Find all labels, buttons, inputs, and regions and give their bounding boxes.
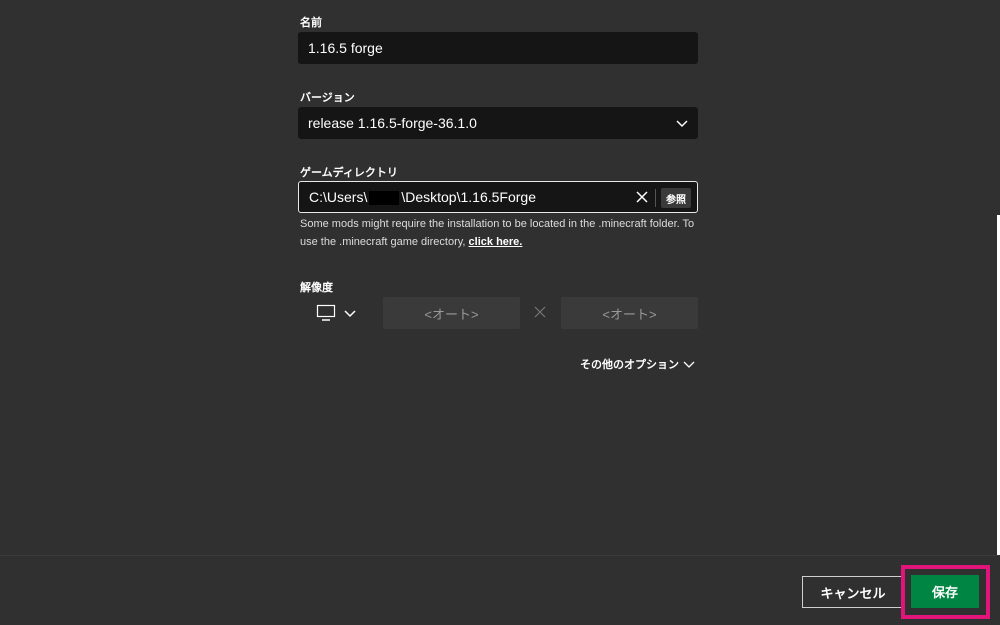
resolution-height-input[interactable]: <オート> [561,297,698,329]
times-icon [534,306,546,318]
save-button[interactable]: 保存 [911,575,979,608]
redacted-username [369,191,400,206]
version-label: バージョン [300,91,355,104]
click-here-link[interactable]: click here. [469,236,523,248]
divider [655,189,656,207]
game-directory-value: C:\Users\ \Desktop\1.16.5Forge [309,188,536,206]
close-icon[interactable] [635,190,649,204]
monitor-icon [316,304,336,321]
chevron-down-icon [683,361,695,368]
game-directory-help: Some mods might require the installation… [300,215,700,251]
name-label: 名前 [300,16,322,29]
chevron-down-icon [344,310,356,318]
version-select[interactable]: release 1.16.5-forge-36.1.0 [298,107,698,139]
chevron-down-icon [676,120,688,128]
browse-button[interactable]: 参照 [661,188,691,208]
resolution-preset-dropdown[interactable] [316,302,360,324]
game-directory-input[interactable]: C:\Users\ \Desktop\1.16.5Forge 参照 [298,181,698,213]
name-value: 1.16.5 forge [308,40,383,56]
more-options-toggle[interactable]: その他のオプション [580,356,695,372]
more-options-label: その他のオプション [580,358,679,371]
resolution-label: 解像度 [300,281,333,294]
resolution-width-input[interactable]: <オート> [383,297,520,329]
game-directory-label: ゲームディレクトリ [300,166,398,179]
version-value: release 1.16.5-forge-36.1.0 [308,115,477,131]
name-input[interactable]: 1.16.5 forge [298,32,698,64]
cancel-button[interactable]: キャンセル [802,576,904,608]
